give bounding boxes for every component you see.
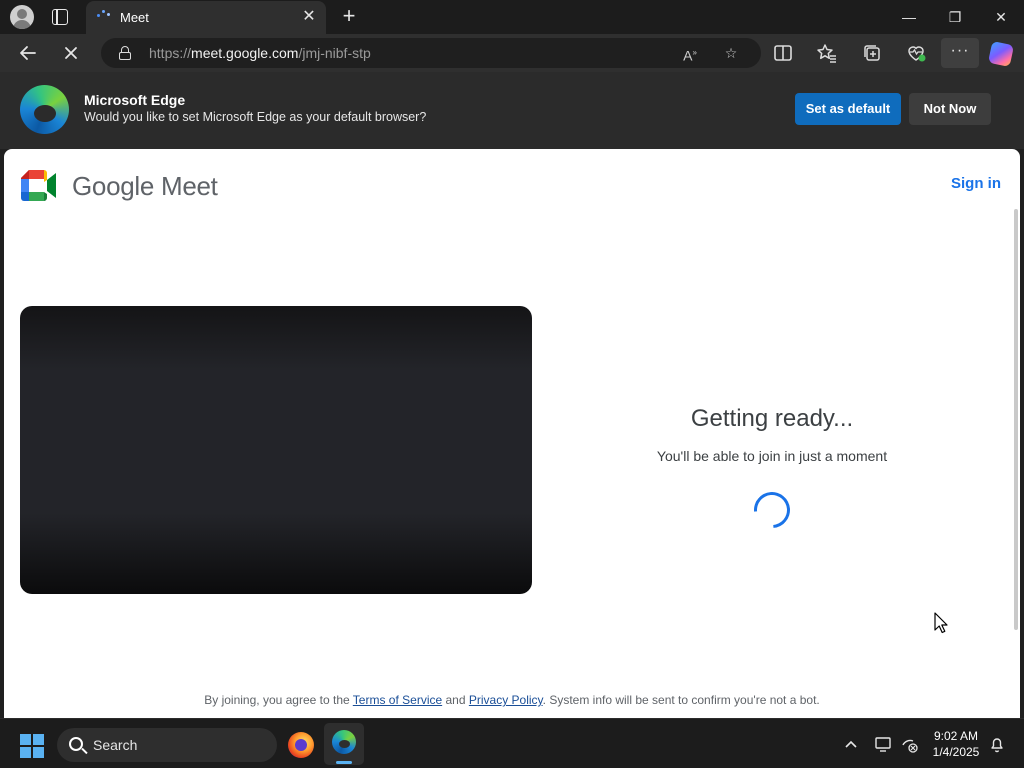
network-disconnected-icon[interactable] [898,733,920,755]
getting-ready-subtitle: You'll be able to join in just a moment [656,448,888,464]
tab-actions-icon[interactable] [52,9,68,25]
web-page: Google Meet Sign in Getting ready... You… [4,149,1020,718]
search-icon [69,737,83,751]
profile-avatar-icon[interactable] [10,5,34,29]
privacy-policy-link[interactable]: Privacy Policy [469,693,543,707]
infobar-title: Microsoft Edge [84,92,186,108]
close-tab-icon[interactable]: ✕ [300,8,318,26]
split-screen-icon[interactable] [770,40,796,66]
loading-dots-icon [96,9,112,23]
taskbar: Search 9:02 AM 1/4/2025 [0,718,1024,768]
tab-strip: Meet ✕ + — ❐ ✕ [0,0,1024,34]
back-arrow-icon[interactable] [15,40,41,66]
set-as-default-button[interactable]: Set as default [795,93,901,125]
restore-icon[interactable]: ❐ [932,0,978,34]
mouse-cursor-icon [934,612,948,634]
windows-start-icon[interactable] [20,734,44,758]
lock-icon[interactable] [119,46,131,60]
loading-spinner-icon [746,484,798,536]
edge-icon [332,730,356,754]
stop-loading-icon[interactable] [58,40,84,66]
new-tab-icon[interactable]: + [338,5,360,27]
system-clock[interactable]: 9:02 AM 1/4/2025 [920,728,992,760]
url-text[interactable]: https://meet.google.com/jmj-nibf-stp [149,45,371,61]
tab-title: Meet [120,10,149,25]
tab-meet[interactable]: Meet ✕ [86,1,326,34]
clock-time: 9:02 AM [933,729,979,743]
address-bar[interactable]: https://meet.google.com/jmj-nibf-stp A» … [101,38,761,68]
copilot-icon[interactable] [987,40,1015,68]
collections-icon[interactable] [859,40,885,66]
read-aloud-icon[interactable]: A» [678,41,702,65]
edge-logo-icon [20,85,69,134]
running-indicator [336,761,352,764]
display-icon[interactable] [872,733,894,755]
taskbar-search-box[interactable]: Search [57,728,277,762]
browser-essentials-icon[interactable] [903,40,929,66]
browser-toolbar: https://meet.google.com/jmj-nibf-stp A» … [0,34,1024,72]
edge-taskbar-button[interactable] [324,723,364,765]
terms-footer: By joining, you agree to the Terms of Se… [204,693,820,707]
video-preview [20,306,532,594]
settings-more-icon[interactable]: ··· [941,38,979,68]
chevron-up-icon[interactable] [840,733,862,755]
minimize-icon[interactable]: — [886,0,932,34]
taskbar-search-label: Search [93,737,138,753]
getting-ready-title: Getting ready... [690,405,854,432]
not-now-button[interactable]: Not Now [909,93,991,125]
terms-of-service-link[interactable]: Terms of Service [353,693,442,707]
sign-in-link[interactable]: Sign in [951,175,1001,192]
close-window-icon[interactable]: ✕ [978,0,1024,34]
favorite-star-icon[interactable]: ☆ [719,41,743,65]
notification-bell-icon[interactable] [986,733,1008,755]
google-meet-wordmark: Google Meet [72,171,218,201]
infobar-message: Would you like to set Microsoft Edge as … [84,110,427,124]
scrollbar-thumb[interactable] [1014,209,1018,630]
google-meet-logo-icon [21,170,56,201]
firefox-icon[interactable] [288,732,314,758]
clock-date: 1/4/2025 [932,745,980,759]
favorites-icon[interactable] [814,40,840,66]
default-browser-infobar: Microsoft Edge Would you like to set Mic… [0,72,1024,149]
